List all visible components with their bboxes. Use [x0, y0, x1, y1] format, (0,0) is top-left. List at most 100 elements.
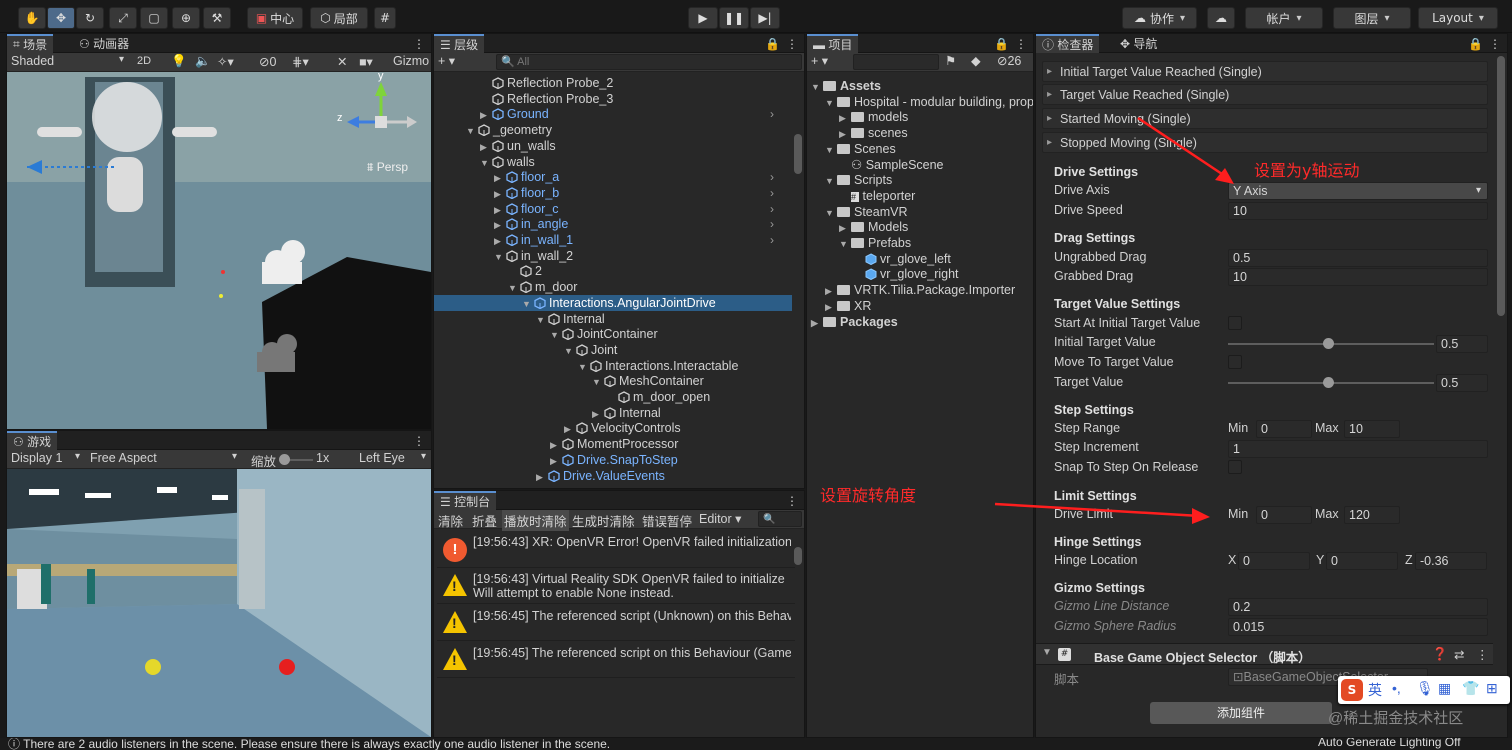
- drive-axis-dropdown[interactable]: Y Axis ▾: [1228, 182, 1488, 200]
- chevron-right-icon[interactable]: ›: [770, 106, 774, 122]
- panel-menu-icon[interactable]: ⋮: [407, 431, 431, 450]
- hierarchy-item[interactable]: ▼ JointContainer: [434, 326, 792, 342]
- collapse-arrow-icon[interactable]: ▶: [536, 469, 546, 485]
- expand-arrow-icon[interactable]: ▼: [825, 142, 835, 158]
- panel-menu-icon[interactable]: ⋮: [780, 491, 804, 510]
- orientation-gizmo[interactable]: y z ⩩ Persp: [337, 72, 417, 182]
- filter-label-icon[interactable]: ◆: [971, 53, 981, 68]
- clear-on-build-button[interactable]: 生成时清除: [572, 511, 635, 530]
- hierarchy-item[interactable]: ▼ m_door: [434, 279, 792, 295]
- hierarchy-item[interactable]: 2: [434, 263, 792, 279]
- expand-arrow-icon[interactable]: ▼: [466, 123, 476, 139]
- hierarchy-item[interactable]: ▼ Interactions.AngularJointDrive: [434, 294, 792, 312]
- clear-button[interactable]: 清除: [438, 511, 463, 530]
- project-item[interactable]: ▼ Scripts: [807, 172, 1033, 188]
- panel-menu-icon[interactable]: ⋮: [1009, 34, 1033, 53]
- target-value-slider-knob[interactable]: [1323, 377, 1334, 388]
- tab-hierarchy[interactable]: ☰ 层级: [434, 34, 485, 53]
- error-pause-button[interactable]: 错误暂停: [642, 511, 692, 530]
- tab-scene[interactable]: ⌗ 场景: [7, 34, 54, 53]
- game-viewport[interactable]: [7, 469, 431, 737]
- hierarchy-item[interactable]: m_door_open: [434, 389, 792, 405]
- tab-navigation[interactable]: ✥ 导航: [1114, 34, 1163, 53]
- local-toggle-button[interactable]: ⬡ 局部: [310, 7, 368, 29]
- hierarchy-item[interactable]: ▶ VelocityControls: [434, 420, 792, 436]
- transform-tool-icon[interactable]: ⊕: [172, 7, 200, 29]
- expand-arrow-icon[interactable]: ▼: [825, 205, 835, 221]
- play-button[interactable]: ▶: [688, 7, 718, 29]
- scale-tool-icon[interactable]: ⤢: [109, 7, 137, 29]
- tab-console[interactable]: ☰ 控制台: [434, 491, 497, 510]
- hierarchy-item[interactable]: Reflection Probe_3: [434, 91, 792, 107]
- collapse-arrow-icon[interactable]: ▶: [480, 107, 490, 123]
- hierarchy-item[interactable]: ▶ Drive.SnapToStep: [434, 452, 792, 468]
- expand-arrow-icon[interactable]: ▼: [825, 95, 835, 111]
- display-dropdown[interactable]: Display 1: [11, 451, 62, 465]
- console-message[interactable]: [19:56:45] The referenced script on this…: [437, 642, 795, 678]
- move-tool-icon[interactable]: ✥: [47, 7, 75, 29]
- project-item[interactable]: ▼ Scenes: [807, 141, 1033, 157]
- add-component-button[interactable]: 添加组件: [1150, 702, 1332, 724]
- hierarchy-item[interactable]: ▼ Interactions.Interactable: [434, 358, 792, 374]
- hierarchy-item[interactable]: ▼ walls: [434, 154, 792, 170]
- console-message[interactable]: ! [19:56:43] XR: OpenVR Error! OpenVR fai…: [437, 532, 795, 568]
- tab-game[interactable]: ⚇ 游戏: [7, 431, 58, 450]
- skin-icon[interactable]: 👕: [1462, 680, 1479, 697]
- lighting-status[interactable]: Auto Generate Lighting Off: [1318, 738, 1461, 749]
- collapse-arrow-icon[interactable]: ▶: [550, 453, 560, 469]
- 2d-toggle[interactable]: 2D: [137, 55, 151, 67]
- gizmos-dropdown[interactable]: Gizmo: [393, 54, 429, 68]
- expand-arrow-icon[interactable]: ▼: [825, 173, 835, 189]
- rect-tool-icon[interactable]: ▢: [140, 7, 168, 29]
- foldout-arrow-icon[interactable]: ▼: [1042, 647, 1052, 658]
- expand-arrow-icon[interactable]: ▼: [592, 374, 602, 390]
- collapse-button[interactable]: 折叠: [472, 511, 497, 530]
- tab-project[interactable]: ▬ 项目: [807, 34, 859, 53]
- hierarchy-item[interactable]: ▶ in_wall_1 ›: [434, 232, 792, 248]
- collapse-arrow-icon[interactable]: ▶: [564, 421, 574, 437]
- chevron-right-icon[interactable]: ›: [770, 185, 774, 201]
- chevron-right-icon[interactable]: ›: [770, 216, 774, 232]
- panel-menu-icon[interactable]: ⋮: [407, 34, 431, 53]
- project-item[interactable]: ▶ models: [807, 109, 1033, 125]
- hierarchy-item[interactable]: Reflection Probe_2: [434, 75, 792, 91]
- expand-arrow-icon[interactable]: ▼: [522, 296, 532, 312]
- ungrabbed-drag-input[interactable]: 0.5: [1228, 249, 1488, 267]
- preset-icon[interactable]: ⇄: [1454, 647, 1464, 662]
- collapse-arrow-icon[interactable]: ▶: [839, 126, 849, 142]
- target-value-input[interactable]: 0.5: [1436, 374, 1488, 392]
- hierarchy-item[interactable]: ▼ MeshContainer: [434, 373, 792, 389]
- create-asset-button[interactable]: + ▾: [811, 53, 828, 68]
- microphone-icon[interactable]: 🎙: [1416, 680, 1434, 697]
- pause-button[interactable]: ❚❚: [719, 7, 749, 29]
- project-item[interactable]: ▶ XR: [807, 298, 1033, 314]
- limit-min-input[interactable]: 0: [1256, 506, 1312, 524]
- chevron-right-icon[interactable]: ›: [770, 232, 774, 248]
- initial-target-input[interactable]: 0.5: [1436, 335, 1488, 353]
- console-search-input[interactable]: 🔍: [758, 511, 802, 527]
- inspector-scrollbar[interactable]: [1497, 56, 1505, 316]
- hierarchy-item[interactable]: ▶ floor_b ›: [434, 185, 792, 201]
- help-icon[interactable]: ❓: [1432, 647, 1448, 662]
- expand-arrow-icon[interactable]: ▼: [811, 79, 821, 95]
- collapse-arrow-icon[interactable]: ▶: [839, 220, 849, 236]
- hierarchy-item[interactable]: ▼ Internal: [434, 311, 792, 327]
- collapse-arrow-icon[interactable]: ▶: [825, 283, 835, 299]
- event-row[interactable]: Started Moving (Single): [1042, 108, 1488, 129]
- hierarchy-item[interactable]: ▶ un_walls: [434, 138, 792, 154]
- project-item[interactable]: ▼ SteamVR: [807, 204, 1033, 220]
- collapse-arrow-icon[interactable]: ▶: [494, 186, 504, 202]
- ime-toolbar[interactable]: S 英 •, 🎙 ▦ 👕 ⊞: [1338, 676, 1510, 704]
- event-row[interactable]: Stopped Moving (Single): [1042, 132, 1488, 153]
- project-item[interactable]: ▼ Assets: [807, 78, 1033, 94]
- expand-arrow-icon[interactable]: ▼: [536, 312, 546, 328]
- limit-max-input[interactable]: 120: [1344, 506, 1400, 524]
- hierarchy-item[interactable]: ▶ Drive.ValueEvents: [434, 468, 792, 484]
- initial-target-slider-knob[interactable]: [1323, 338, 1334, 349]
- panel-menu-icon[interactable]: ⋮: [780, 34, 804, 53]
- rotate-tool-icon[interactable]: ↻: [76, 7, 104, 29]
- custom-tool-icon[interactable]: ⚒: [203, 7, 231, 29]
- hinge-y-input[interactable]: 0: [1326, 552, 1398, 570]
- collapse-arrow-icon[interactable]: ▶: [825, 299, 835, 315]
- project-item[interactable]: ▶ VRTK.Tilia.Package.Importer: [807, 282, 1033, 298]
